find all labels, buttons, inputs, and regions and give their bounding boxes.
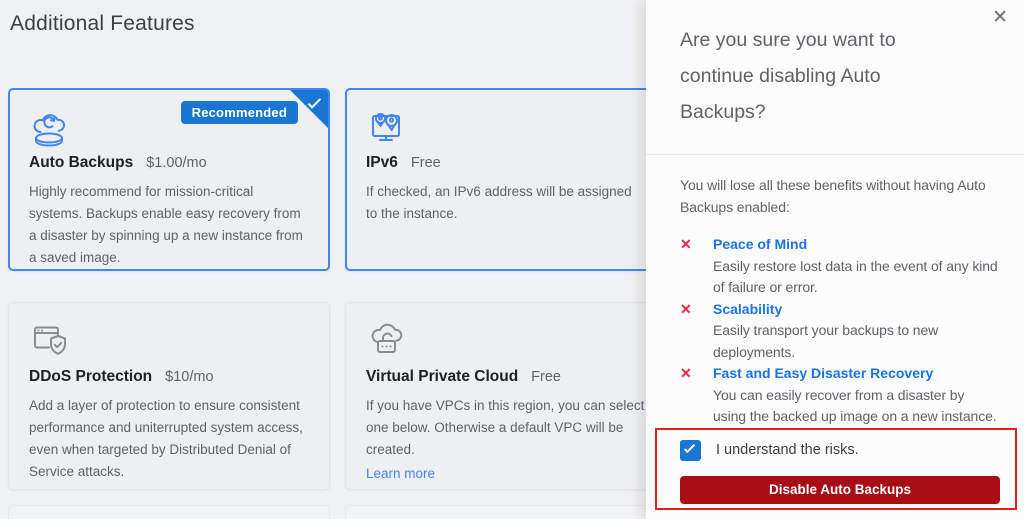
- card-ipv6[interactable]: IPv6 Free If checked, an IPv6 address wi…: [345, 88, 667, 271]
- card-title: IPv6: [366, 154, 398, 172]
- understand-risks-checkbox[interactable]: [680, 440, 701, 461]
- benefit-item: ✕ Fast and Easy Disaster Recovery You ca…: [680, 363, 1000, 428]
- location-pins-icon: [366, 106, 408, 148]
- benefit-description: Easily transport your backups to new dep…: [713, 320, 1000, 363]
- card-description: If you have VPCs in this region, you can…: [366, 395, 646, 461]
- benefit-description: Easily restore lost data in the event of…: [713, 256, 1000, 299]
- red-x-icon: ✕: [680, 234, 713, 256]
- learn-more-link[interactable]: Learn more: [29, 488, 98, 490]
- disable-backups-modal: ✕ Are you sure you want to continue disa…: [646, 0, 1024, 519]
- page-title: Additional Features: [10, 12, 195, 36]
- card-description: Highly recommend for mission-critical sy…: [29, 181, 309, 269]
- card-virtual-private-cloud[interactable]: Virtual Private Cloud Free If you have V…: [345, 302, 667, 490]
- card-partial-next-row[interactable]: [345, 505, 667, 519]
- card-price: Free: [531, 369, 561, 385]
- modal-intro-text: You will lose all these benefits without…: [680, 175, 1000, 218]
- benefit-item: ✕ Peace of Mind Easily restore lost data…: [680, 234, 1000, 299]
- backup-cloud-icon: [29, 106, 71, 148]
- benefit-title: Scalability: [713, 299, 1000, 321]
- shield-window-icon: [29, 320, 71, 362]
- modal-title: Are you sure you want to continue disabl…: [680, 22, 932, 130]
- benefit-title: Fast and Easy Disaster Recovery: [713, 363, 1000, 385]
- card-auto-backups[interactable]: Recommended Auto Backups $1.00/mo Highly…: [8, 88, 330, 271]
- learn-more-link[interactable]: Learn more: [366, 466, 435, 481]
- card-price: $1.00/mo: [146, 155, 206, 171]
- close-icon[interactable]: ✕: [988, 6, 1012, 29]
- card-title: Virtual Private Cloud: [366, 368, 518, 386]
- cloud-lock-icon: [366, 320, 408, 362]
- disable-auto-backups-button[interactable]: Disable Auto Backups: [680, 476, 1000, 504]
- benefit-description: You can easily recover from a disaster b…: [713, 385, 1000, 428]
- benefit-list: ✕ Peace of Mind Easily restore lost data…: [680, 234, 1000, 428]
- card-description: Add a layer of protection to ensure cons…: [29, 395, 309, 483]
- card-title: DDoS Protection: [29, 368, 152, 386]
- card-description: If checked, an IPv6 address will be assi…: [366, 181, 646, 225]
- understand-risks-label: I understand the risks.: [716, 442, 859, 458]
- red-x-icon: ✕: [680, 299, 713, 321]
- risk-acknowledge-row: I understand the risks.: [680, 440, 1024, 461]
- benefit-title: Peace of Mind: [713, 234, 1000, 256]
- benefit-item: ✕ Scalability Easily transport your back…: [680, 299, 1000, 364]
- recommended-badge: Recommended: [181, 101, 298, 124]
- card-price: Free: [411, 155, 441, 171]
- checkbox-check-mark: [684, 441, 695, 452]
- card-partial-next-row[interactable]: [8, 505, 330, 519]
- card-price: $10/mo: [165, 369, 213, 385]
- card-ddos-protection[interactable]: DDoS Protection $10/mo Add a layer of pr…: [8, 302, 330, 490]
- screen: Additional Features Recommended Auto Bac…: [0, 0, 1024, 519]
- red-x-icon: ✕: [680, 363, 713, 385]
- card-title: Auto Backups: [29, 154, 133, 172]
- modal-body: You will lose all these benefits without…: [646, 155, 1024, 428]
